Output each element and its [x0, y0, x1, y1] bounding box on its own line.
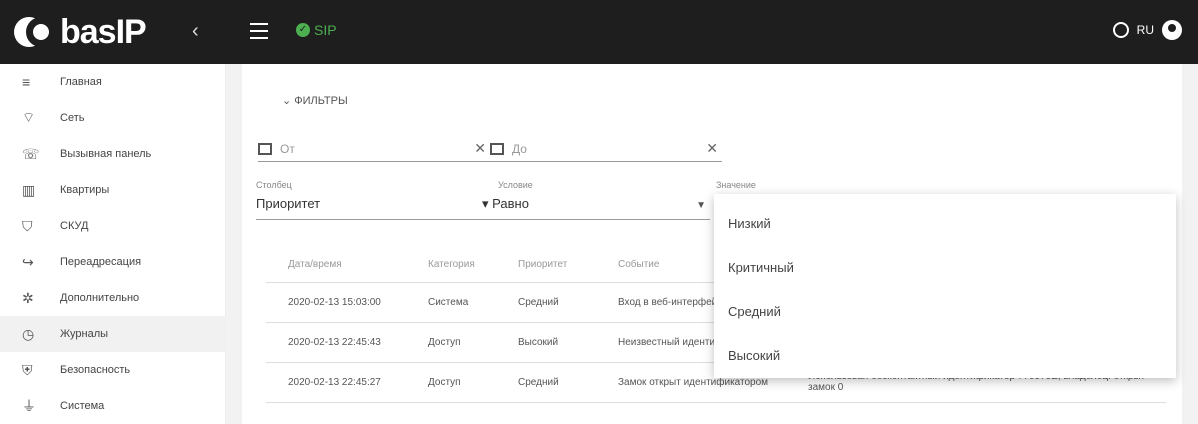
basip-logo-mark	[14, 17, 56, 47]
sidebar-item-label: Вызывная панель	[60, 148, 152, 160]
sidebar-item-label: Главная	[60, 76, 102, 88]
condition-select-value: ▾ Равно	[482, 196, 529, 211]
cell-category: Доступ	[406, 362, 496, 403]
calendar-icon[interactable]	[490, 142, 504, 155]
date-from-placeholder: От	[280, 141, 295, 156]
clear-date-to-button[interactable]: ✕	[706, 140, 718, 157]
sip-label: SIP	[314, 22, 337, 38]
cell-category: Доступ	[406, 322, 496, 363]
language-label[interactable]: RU	[1137, 23, 1154, 37]
sidebar-item-system[interactable]: ⏚ Система	[0, 388, 225, 424]
column-header[interactable]: Приоритет	[496, 248, 596, 283]
date-to-placeholder: До	[512, 141, 527, 156]
basip-logo[interactable]: basIP	[14, 12, 147, 51]
column-select-value: Приоритет	[256, 196, 321, 211]
globe-icon[interactable]	[1112, 22, 1129, 38]
date-to-field[interactable]: До ✕	[490, 136, 722, 162]
column-header[interactable]: Категория	[406, 248, 496, 283]
sidebar-item-label: Журналы	[60, 328, 109, 340]
sidebar-item-label: СКУД	[60, 220, 89, 232]
dropdown-option-low[interactable]: Низкий	[714, 202, 1176, 246]
collapse-sidebar-button[interactable]: ‹	[192, 20, 199, 43]
building-icon: ▥	[22, 181, 36, 198]
phone-icon: ☏	[22, 145, 40, 162]
top-app-bar: basIP ‹ ✓ SIP RU	[0, 0, 1198, 64]
chevron-down-icon[interactable]: ▼	[696, 200, 706, 211]
column-select-label: Столбец	[256, 180, 292, 190]
sidebar: ≡ Главная ⌔ Сеть ☏ Вызывная панель ▥ Квартир…	[0, 64, 226, 424]
check-circle-icon: ✓	[296, 23, 310, 37]
calendar-icon[interactable]	[258, 142, 272, 155]
date-from-field[interactable]: От ✕	[258, 136, 490, 162]
gear-icon: ✲	[22, 289, 34, 306]
dropdown-option-high[interactable]: Высокий	[714, 334, 1176, 378]
sidebar-item-label: Сеть	[60, 112, 85, 124]
filters-label: ФИЛЬТРЫ	[294, 95, 348, 107]
clock-icon: ◷	[22, 325, 35, 342]
sidebar-item-label: Переадресация	[60, 256, 142, 268]
plug-icon: ⏚	[22, 398, 36, 414]
security-icon: ⛨	[22, 361, 33, 378]
sidebar-item-label: Безопасность	[60, 364, 131, 376]
home-icon: ≡	[22, 74, 31, 90]
cell-priority: Средний	[496, 362, 596, 403]
logo-text: basIP	[60, 12, 147, 51]
cell-priority: Высокий	[496, 322, 596, 363]
filters-toggle[interactable]: ⌄ ФИЛЬТРЫ	[282, 94, 348, 107]
column-select[interactable]: Столбец Приоритет	[256, 180, 476, 220]
sidebar-item-logs[interactable]: ◷ Журналы	[0, 316, 225, 352]
clear-date-from-button[interactable]: ✕	[474, 140, 486, 157]
sidebar-item-forwarding[interactable]: ↪ Переадресация	[0, 244, 225, 280]
sidebar-item-label: Квартиры	[60, 184, 110, 196]
dropdown-option-critical[interactable]: Критичный	[714, 246, 1176, 290]
condition-select-label: Условие	[498, 180, 533, 190]
shield-icon: ⛉	[22, 217, 33, 234]
sidebar-item-label: Дополнительно	[60, 292, 140, 304]
cell-category: Система	[406, 282, 496, 323]
account-icon[interactable]	[1162, 20, 1182, 40]
cell-datetime: 2020-02-13 22:45:27	[266, 362, 406, 403]
sidebar-item-advanced[interactable]: ✲ Дополнительно	[0, 280, 225, 316]
sidebar-item-network[interactable]: ⌔ Сеть	[0, 100, 225, 136]
condition-select[interactable]: Условие ▾ Равно ▼	[476, 180, 710, 220]
sip-status: ✓ SIP	[296, 22, 337, 38]
sidebar-item-home[interactable]: ≡ Главная	[0, 64, 225, 100]
network-icon: ⌔	[22, 109, 36, 125]
sidebar-item-call-panel[interactable]: ☏ Вызывная панель	[0, 136, 225, 172]
cell-datetime: 2020-02-13 15:03:00	[266, 282, 406, 323]
priority-value-dropdown: Низкий Критичный Средний Высокий	[714, 194, 1176, 378]
cell-priority: Средний	[496, 282, 596, 323]
value-select-label: Значение	[716, 180, 756, 190]
dropdown-option-medium[interactable]: Средний	[714, 290, 1176, 334]
call-forward-icon: ↪	[22, 253, 34, 270]
column-header[interactable]: Дата/время	[266, 248, 406, 283]
cell-datetime: 2020-02-13 22:45:43	[266, 322, 406, 363]
sidebar-item-security[interactable]: ⛨ Безопасность	[0, 352, 225, 388]
sidebar-item-apartments[interactable]: ▥ Квартиры	[0, 172, 225, 208]
sidebar-item-access-control[interactable]: ⛉ СКУД	[0, 208, 225, 244]
menu-icon[interactable]	[250, 18, 268, 42]
sidebar-item-label: Система	[60, 400, 105, 412]
